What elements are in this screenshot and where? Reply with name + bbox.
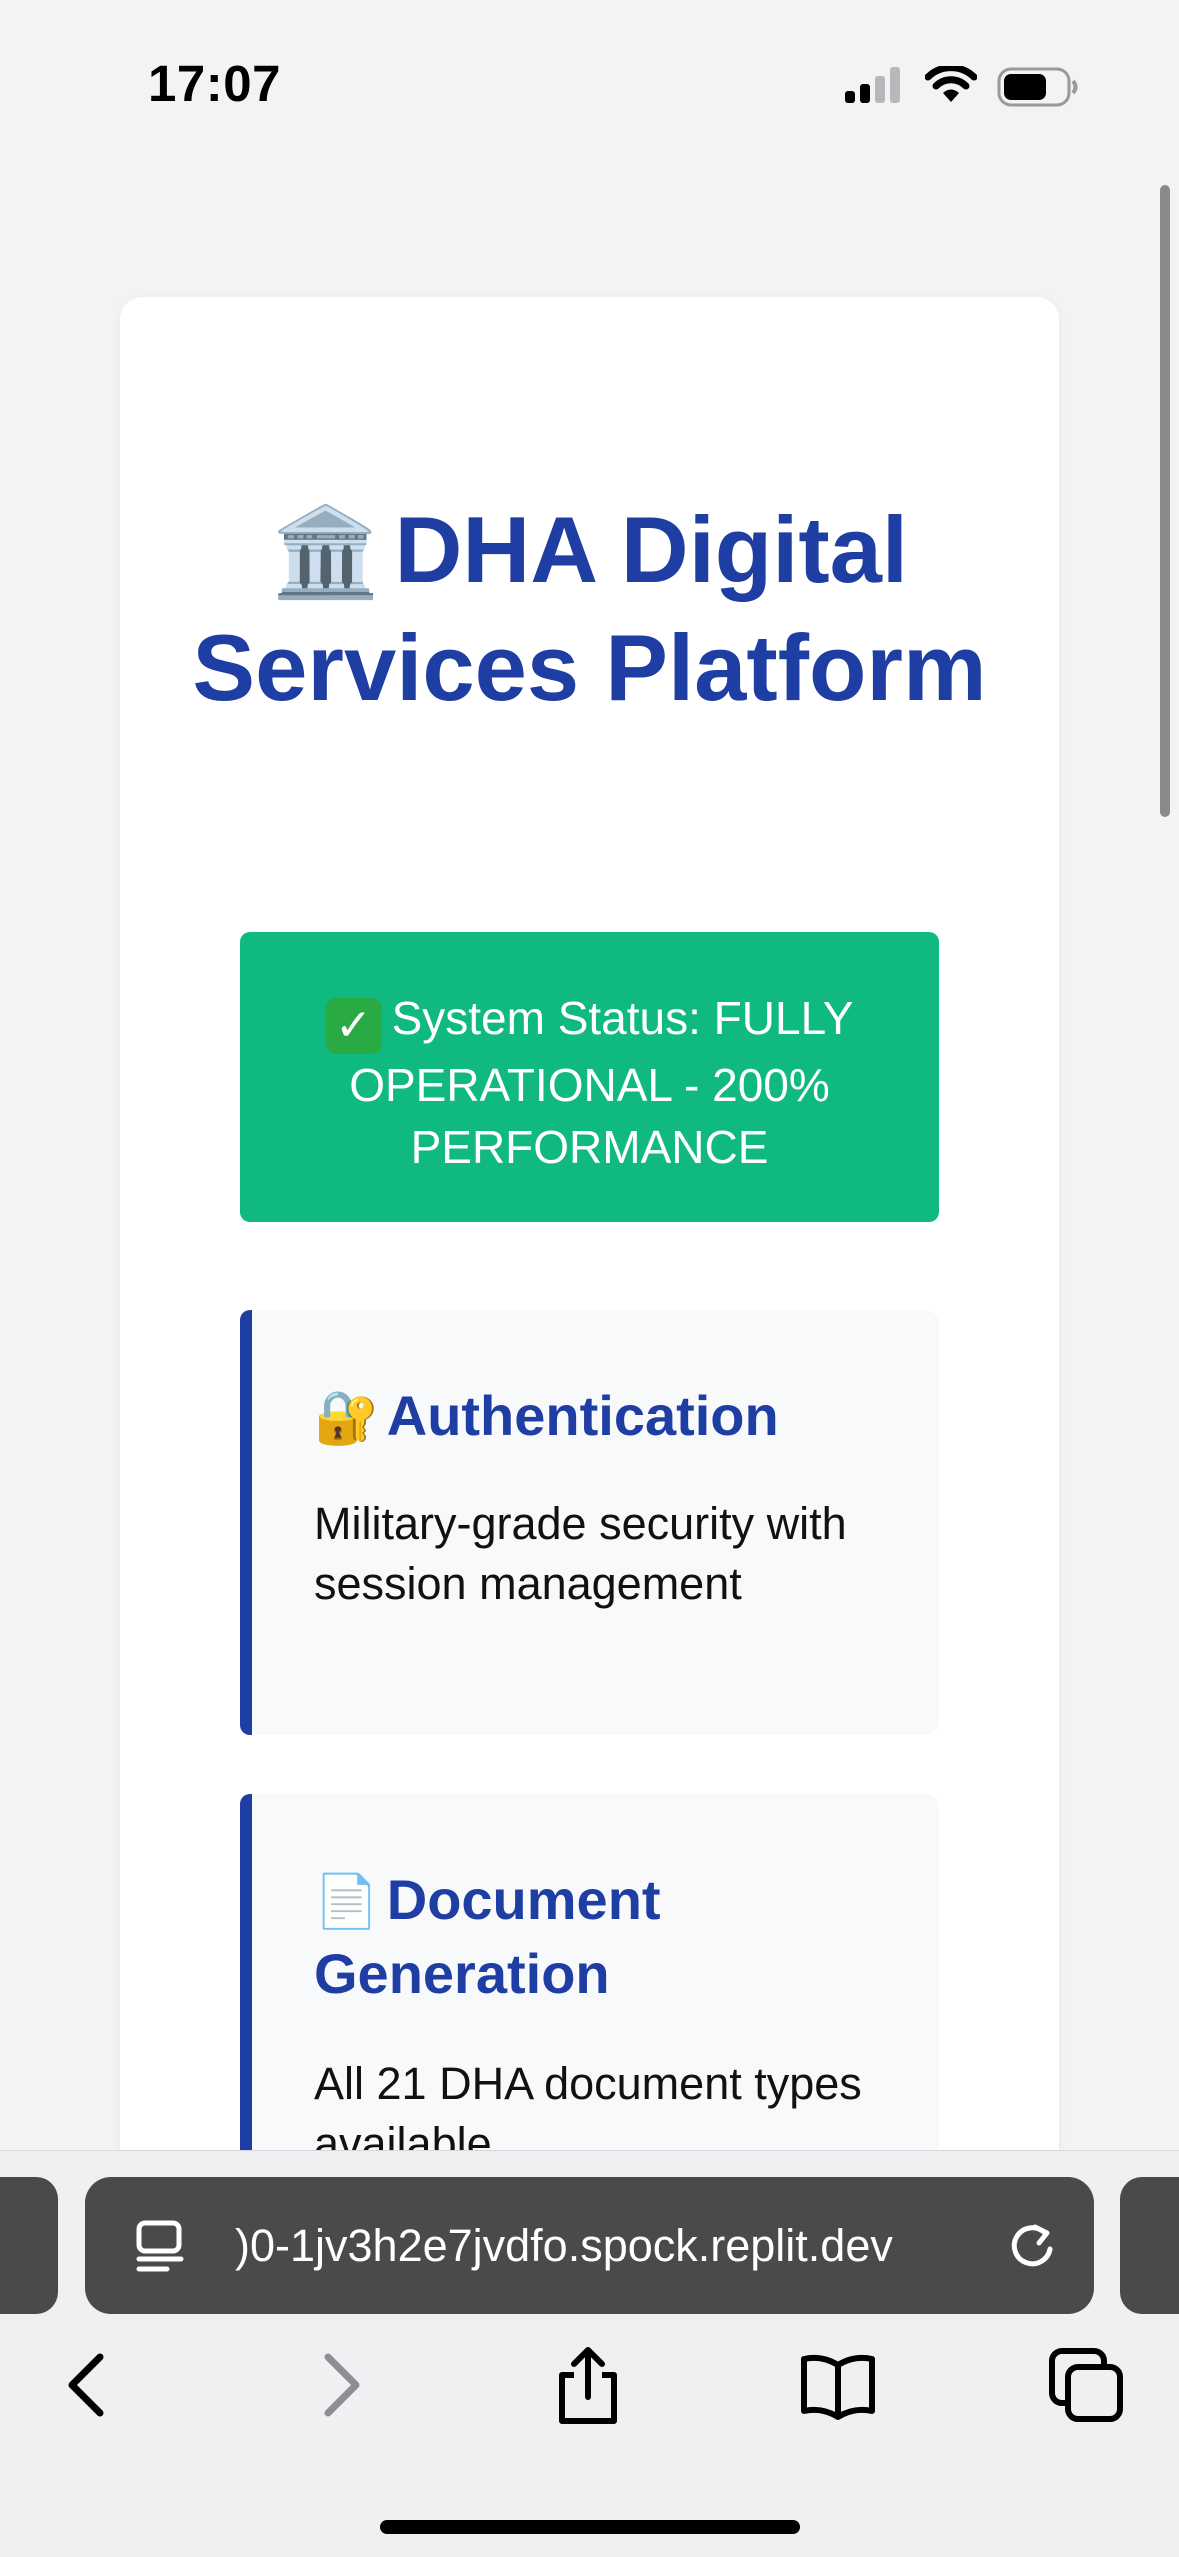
page-title: 🏛️ DHA Digital Services Platform	[120, 492, 1059, 726]
status-time: 17:07	[148, 55, 281, 112]
main-card: 🏛️ DHA Digital Services Platform ✓ System …	[120, 297, 1059, 2494]
lock-with-key-icon: 🔐	[314, 1389, 379, 1447]
back-icon[interactable]	[48, 2345, 128, 2425]
government-building-icon: 🏛️	[270, 502, 381, 601]
previous-tab-preview[interactable]	[0, 2177, 58, 2314]
system-status-banner: ✓ System Status: FULLY OPERATIONAL - 200%…	[240, 932, 939, 1222]
wifi-icon	[925, 66, 977, 102]
cellular-signal-icon	[845, 67, 900, 103]
document-icon: 📄	[314, 1873, 379, 1931]
tabs-icon[interactable]	[1046, 2345, 1126, 2425]
feature-card-authentication: 🔐 Authentication Military-grade security …	[240, 1310, 939, 1735]
feature-title-text: Authentication	[386, 1384, 779, 1447]
feature-description: Military-grade security with session man…	[314, 1498, 847, 1609]
checkmark-icon: ✓	[325, 998, 382, 1054]
feature-title: 🔐 Authentication	[314, 1380, 899, 1454]
system-status-text: System Status: FULLY OPERATIONAL - 200% …	[349, 992, 854, 1173]
feature-title: 📄 Document Generation	[314, 1864, 899, 2010]
battery-icon	[997, 67, 1078, 107]
status-bar: 17:07	[0, 0, 1179, 170]
forward-icon[interactable]	[300, 2345, 380, 2425]
bookmarks-icon[interactable]	[798, 2345, 878, 2425]
address-bar[interactable]: )0-1jv3h2e7jvdfo.spock.replit.dev	[85, 2177, 1094, 2314]
next-tab-preview[interactable]	[1120, 2177, 1179, 2314]
scroll-indicator[interactable]	[1160, 185, 1170, 817]
reload-icon[interactable]	[1005, 2219, 1059, 2273]
url-text[interactable]: )0-1jv3h2e7jvdfo.spock.replit.dev	[235, 2177, 935, 2314]
home-indicator[interactable]	[380, 2520, 800, 2534]
share-icon[interactable]	[548, 2345, 628, 2425]
reader-mode-icon[interactable]	[135, 2219, 189, 2273]
